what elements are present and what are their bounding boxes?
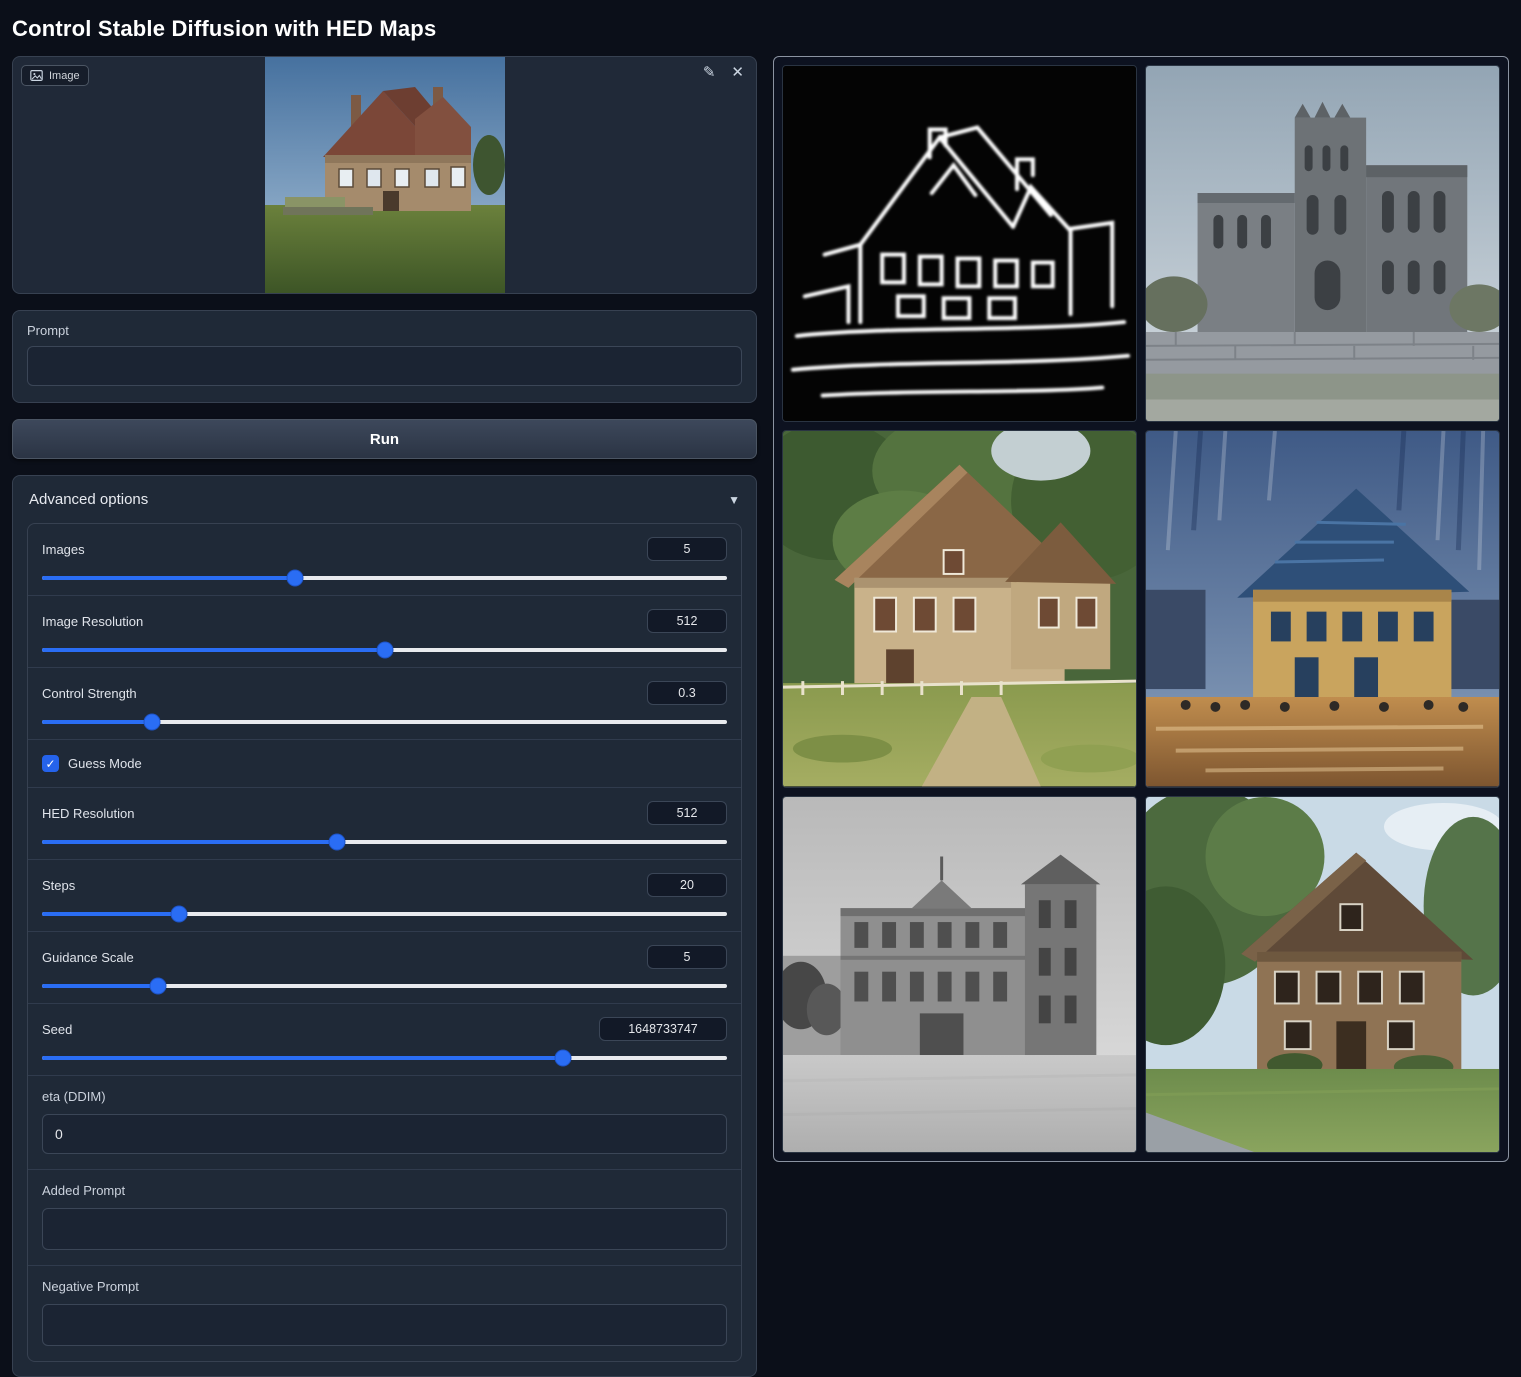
gallery-item-bw-building[interactable] [782, 796, 1137, 1153]
control-strength-slider-group: Control Strength 0.3 [28, 668, 741, 740]
images-slider-track[interactable] [42, 576, 727, 580]
control-strength-slider-handle[interactable] [144, 715, 159, 730]
image-resolution-slider-value[interactable]: 512 [647, 609, 727, 633]
seed-slider-group: Seed 1648733747 [28, 1004, 741, 1076]
hed-edge-map-image [783, 66, 1136, 421]
hed-resolution-slider-label: HED Resolution [42, 806, 135, 821]
image-resolution-slider-track[interactable] [42, 648, 727, 652]
negative-prompt-input[interactable] [42, 1304, 727, 1346]
control-strength-slider-label: Control Strength [42, 686, 137, 701]
eta-label: eta (DDIM) [42, 1089, 727, 1104]
output-gallery [773, 56, 1509, 1162]
gallery-item-country-house[interactable] [1145, 796, 1500, 1153]
image-toolbar: ✎ ✕ [701, 63, 746, 82]
close-image-icon[interactable]: ✕ [729, 63, 746, 82]
advanced-options-panel: Advanced options ▼ Images 5 Image Resolu… [12, 475, 757, 1377]
images-slider-handle[interactable] [288, 571, 303, 586]
prompt-label: Prompt [27, 323, 742, 338]
image-label: Image [49, 70, 80, 82]
uploaded-house-photo [265, 57, 505, 293]
country-house-image [1146, 797, 1499, 1152]
painted-cottage-image [783, 431, 1136, 786]
negative-prompt-group: Negative Prompt [28, 1266, 741, 1361]
steps-slider-group: Steps 20 [28, 860, 741, 932]
guess-mode-group: ✓ Guess Mode [28, 740, 741, 788]
main-layout: Image ✎ ✕ [0, 56, 1521, 1377]
advanced-options-title: Advanced options [29, 491, 148, 508]
hed-resolution-slider-value[interactable]: 512 [647, 801, 727, 825]
seed-slider-label: Seed [42, 1022, 72, 1037]
guidance-scale-slider-track[interactable] [42, 984, 727, 988]
guidance-scale-slider-value[interactable]: 5 [647, 945, 727, 969]
input-image-dropzone[interactable]: Image ✎ ✕ [12, 56, 757, 294]
advanced-options-accordion[interactable]: Advanced options ▼ [13, 476, 756, 523]
controls-column: Image ✎ ✕ [12, 56, 757, 1377]
guess-mode-checkbox[interactable]: ✓ [42, 755, 59, 772]
collapse-arrow-icon[interactable]: ▼ [728, 493, 740, 507]
gallery-item-painted-cottage[interactable] [782, 430, 1137, 787]
image-resolution-slider-group: Image Resolution 512 [28, 596, 741, 668]
stone-castle-image [1146, 66, 1499, 421]
guess-mode-label: Guess Mode [68, 756, 142, 771]
check-icon: ✓ [45, 758, 55, 770]
steps-slider-label: Steps [42, 878, 75, 893]
gallery-item-stylized-painting[interactable] [1145, 430, 1500, 787]
image-resolution-slider-handle[interactable] [377, 643, 392, 658]
eta-group: eta (DDIM) [28, 1076, 741, 1170]
gallery-item-hed-edge-map[interactable] [782, 65, 1137, 422]
seed-slider-handle[interactable] [555, 1051, 570, 1066]
control-strength-slider-track[interactable] [42, 720, 727, 724]
steps-slider-handle[interactable] [172, 907, 187, 922]
seed-slider-track[interactable] [42, 1056, 727, 1060]
guidance-scale-slider-label: Guidance Scale [42, 950, 134, 965]
eta-input[interactable] [42, 1114, 727, 1154]
steps-slider-track[interactable] [42, 912, 727, 916]
image-label-badge: Image [21, 65, 89, 86]
hed-resolution-slider-track[interactable] [42, 840, 727, 844]
guidance-scale-slider-handle[interactable] [151, 979, 166, 994]
bw-building-image [783, 797, 1136, 1152]
seed-slider-value[interactable]: 1648733747 [599, 1017, 727, 1041]
images-slider-label: Images [42, 542, 85, 557]
hed-resolution-slider-group: HED Resolution 512 [28, 788, 741, 860]
stylized-painting-image [1146, 431, 1499, 786]
run-button[interactable]: Run [12, 419, 757, 459]
added-prompt-group: Added Prompt [28, 1170, 741, 1266]
added-prompt-label: Added Prompt [42, 1183, 727, 1198]
images-slider-group: Images 5 [28, 524, 741, 596]
steps-slider-value[interactable]: 20 [647, 873, 727, 897]
image-icon [30, 69, 43, 82]
images-slider-value[interactable]: 5 [647, 537, 727, 561]
negative-prompt-label: Negative Prompt [42, 1279, 727, 1294]
prompt-panel: Prompt [12, 310, 757, 403]
edit-image-icon[interactable]: ✎ [701, 63, 718, 82]
guidance-scale-slider-group: Guidance Scale 5 [28, 932, 741, 1004]
advanced-options-form: Images 5 Image Resolution 512 [27, 523, 742, 1362]
control-strength-slider-value[interactable]: 0.3 [647, 681, 727, 705]
hed-resolution-slider-handle[interactable] [329, 835, 344, 850]
added-prompt-input[interactable] [42, 1208, 727, 1250]
image-resolution-slider-label: Image Resolution [42, 614, 143, 629]
gallery-item-stone-castle[interactable] [1145, 65, 1500, 422]
uploaded-image [265, 57, 505, 293]
page-title: Control Stable Diffusion with HED Maps [0, 0, 1521, 56]
prompt-input[interactable] [27, 346, 742, 386]
